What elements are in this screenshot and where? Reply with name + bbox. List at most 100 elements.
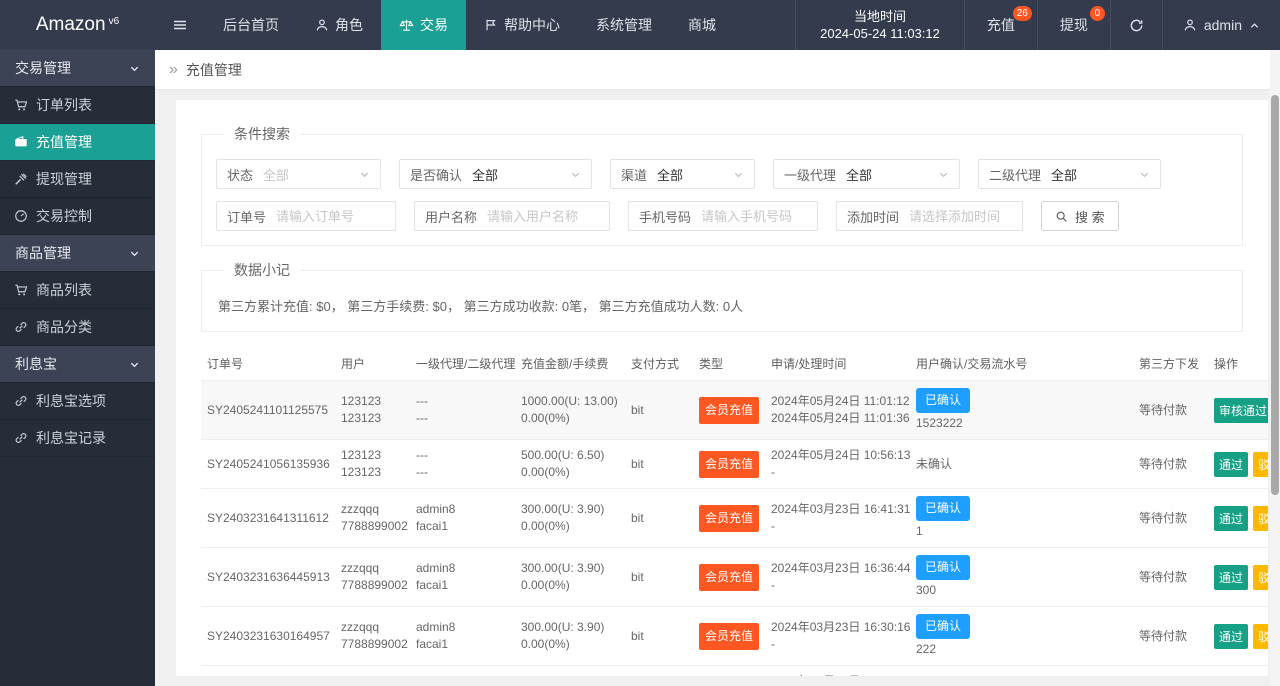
user-icon [315,18,329,32]
fee: 0.00(0%) [521,411,570,425]
sidebar-group-interest-treasure[interactable]: 利息宝 [0,346,155,383]
main-content: » 充值管理 条件搜索 状态 全部 是否确认 全部 渠道 全部 一级代理 全部 … [155,50,1280,686]
recharge-amount: 300.00(U: 3.90) [521,620,605,634]
app-logo: Amazon v6 [0,0,155,50]
nav-item-system[interactable]: 系统管理 [578,0,670,50]
user-menu[interactable]: admin [1161,0,1280,50]
col-actions: 操作 [1214,357,1239,371]
sidebar-item-withdraw-management[interactable]: 提现管理 [0,161,155,198]
nav-item-mall[interactable]: 商城 [670,0,734,50]
approve-button[interactable]: 通过 [1214,451,1249,477]
local-time: 当地时间 2024-05-24 11:03:12 [795,0,964,50]
summary-text: 第三方累计充值: $0， 第三方手续费: $0， 第三方成功收款: 0笔， 第三… [218,299,744,314]
audit-approve-button[interactable]: 审核通过 [1214,397,1268,423]
sidebar-item-goods-category[interactable]: 商品分类 [0,309,155,346]
col-confirm: 用户确认/交易流水号 [916,357,1028,371]
agent-level2: facai1 [416,578,449,592]
sidebar-item-goods-list[interactable]: 商品列表 [0,272,155,309]
refresh-icon [1129,18,1144,33]
refresh-button[interactable] [1109,0,1162,50]
fee: 0.00(0%) [521,519,570,533]
agent1-select[interactable]: 一级代理 全部 [773,159,960,189]
sidebar-item-interest-records[interactable]: 利息宝记录 [0,420,155,457]
user-name: zzzqqq [341,673,404,676]
topbar-right: 当地时间 2024-05-24 11:03:12 充值 26 提现 0 admi… [795,0,1280,50]
breadcrumb: » 充值管理 [155,50,1280,90]
sidebar-item-label: 交易管理 [15,60,71,76]
sidebar-item-label: 订单列表 [36,97,92,113]
order-number: SY2405241056135936 [207,456,330,471]
confirm-select[interactable]: 是否确认 全部 [399,159,592,189]
recharge-table: 订单号 用户 一级代理/二级代理 充值金额/手续费 支付方式 类型 申请/处理时… [201,346,1268,676]
agent2-select-value: 全部 [1051,167,1078,183]
nav-item-label: 交易 [420,17,448,33]
process-time: 2024年05月24日 11:01:36 [771,411,910,425]
link-icon [14,431,28,445]
sidebar-item-order-list[interactable]: 订单列表 [0,87,155,124]
approve-button[interactable]: 通过 [1214,564,1249,590]
order-number-input[interactable] [276,208,395,224]
sidebar-group-goods-management[interactable]: 商品管理 [0,235,155,272]
phone-input[interactable] [701,208,817,224]
reject-button[interactable]: 驳回 [1253,451,1268,477]
agent2-select[interactable]: 二级代理 全部 [978,159,1161,189]
scrollbar-thumb[interactable] [1271,95,1279,495]
type-badge: 会员充值 [699,504,760,532]
row-actions: 通过驳回 [1208,547,1268,607]
order-number: SY2403231641311612 [207,510,329,525]
scales-icon [399,18,414,33]
reject-button[interactable]: 驳回 [1253,564,1268,590]
recharge-amount: 300.00(U: 3.90) [521,673,619,676]
sidebar-item-interest-options[interactable]: 利息宝选项 [0,383,155,420]
sidebar-group-trade-management[interactable]: 交易管理 [0,50,155,87]
agent-level1: admin8 [416,502,456,516]
order-number: SY2403231630164957 [207,628,330,643]
sidebar-item-label: 利息宝记录 [36,430,106,446]
type-badge: 会员充值 [699,450,760,478]
status-select[interactable]: 状态 全部 [216,159,381,189]
table-row: SY2403231636445913 zzzqqq 7788899002 admin8… [201,547,1268,607]
nav-item-label: 商城 [688,17,716,33]
logo-text: Amazon [35,14,106,35]
search-button[interactable]: 搜 索 [1041,201,1119,231]
apply-time: 2024年03月23日 16:36:44 [771,561,911,575]
user-account: 7788899002 [341,519,408,533]
summary-panel: 数据小记 第三方累计充值: $0， 第三方手续费: $0， 第三方成功收款: 0… [201,260,1243,332]
nav-item-home[interactable]: 后台首页 [205,0,297,50]
nav-item-trade[interactable]: 交易 [381,0,466,50]
user-account: 7788899002 [341,578,408,592]
withdraw-shortcut[interactable]: 提现 0 [1036,0,1110,50]
nav-item-roles[interactable]: 角色 [297,0,381,50]
reject-button[interactable]: 驳回 [1253,623,1268,649]
recharge-amount: 300.00(U: 3.90) [521,502,605,516]
sidebar-item-trade-control[interactable]: 交易控制 [0,198,155,235]
type-badge: 会员充值 [699,396,760,424]
user-name-input[interactable] [487,208,609,224]
wallet-icon [14,135,28,149]
recharge-shortcut[interactable]: 充值 26 [963,0,1037,50]
approve-button[interactable]: 通过 [1214,623,1249,649]
transaction-flow-number: 1 [916,524,923,538]
chevron-up-icon [1249,20,1260,31]
menu-toggle[interactable] [155,0,205,50]
add-time-input[interactable] [909,208,1022,224]
sidebar-item-recharge-management[interactable]: 充值管理 [0,124,155,161]
local-time-value: 2024-05-24 11:03:12 [820,26,940,41]
channel-select[interactable]: 渠道 全部 [610,159,755,189]
nav-item-help-center[interactable]: 帮助中心 [466,0,578,50]
search-panel: 条件搜索 状态 全部 是否确认 全部 渠道 全部 一级代理 全部 二级代理 全部… [201,124,1243,246]
user-name-label: 用户名称 [425,209,478,225]
username: admin [1203,17,1242,33]
user-name: 123123 [341,448,382,462]
page-scrollbar[interactable] [1270,50,1280,686]
approve-button[interactable]: 通过 [1214,505,1249,531]
phone-field: 手机号码 [628,201,818,231]
channel-select-value: 全部 [657,167,684,183]
table-row: SY2403231630164957 zzzqqq 7788899002 admin8… [201,606,1268,666]
agent1-select-label: 一级代理 [784,167,837,183]
order-number: SY2405241101125575 [207,402,329,417]
transaction-flow-number: 222 [916,642,937,656]
reject-button[interactable]: 驳回 [1253,505,1268,531]
topbar: Amazon v6 后台首页 角色 交易 帮助中心 系统管理 商城 当地时间 2024-05… [0,0,1280,50]
col-type: 类型 [699,357,724,371]
